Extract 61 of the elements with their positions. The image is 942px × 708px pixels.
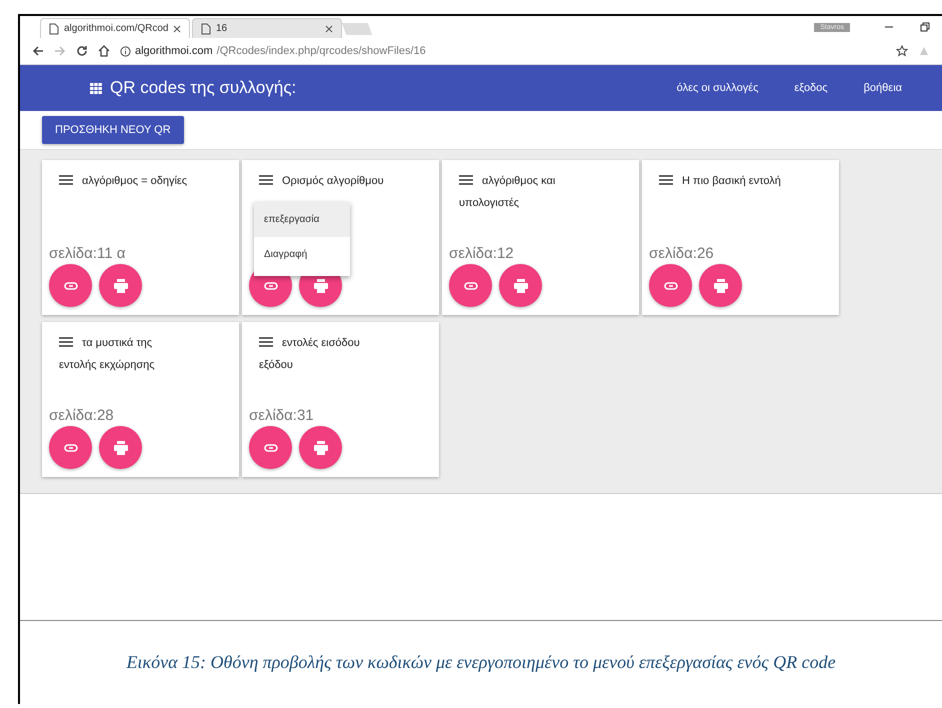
info-icon xyxy=(120,46,131,56)
link-button[interactable] xyxy=(49,426,92,469)
page-number: σελίδα:26 xyxy=(649,245,715,262)
print-button[interactable] xyxy=(99,426,142,469)
printer-icon xyxy=(514,278,528,292)
link-button[interactable] xyxy=(49,264,92,307)
card-title: αλγόριθμος και υπολογιστές xyxy=(458,174,556,211)
figure-caption: Εικόνα 15: Οθόνη προβολής των κωδικών με ενεργοποιημένο το μενού επεξεργασίας ενός QR code xyxy=(125,651,837,674)
add-qr-button[interactable]: ΠΡΟΣΘΗΚΗ ΝΕΟΥ QR xyxy=(42,116,184,144)
menu-icon[interactable] xyxy=(59,337,73,347)
page-icon xyxy=(201,22,211,34)
card-title: αλγόριθμος = οδηγίες xyxy=(49,170,232,192)
print-button[interactable] xyxy=(699,264,742,307)
printer-icon xyxy=(714,278,728,292)
menu-item[interactable]: επεξεργασία xyxy=(254,202,350,237)
page-number: σελίδα:12 xyxy=(449,245,515,262)
print-button[interactable] xyxy=(99,264,142,307)
link-icon xyxy=(64,282,78,290)
browser-tab[interactable]: 16 xyxy=(192,18,342,38)
link-icon xyxy=(264,444,278,452)
close-icon[interactable] xyxy=(325,24,333,32)
menu-icon[interactable] xyxy=(259,175,273,185)
page-number: σελίδα:31 xyxy=(249,407,315,424)
link-icon xyxy=(64,444,78,452)
menu-icon[interactable] xyxy=(459,175,473,185)
nav-link[interactable]: εξοδος xyxy=(794,82,828,94)
nav-link[interactable]: όλες οι συλλογές xyxy=(676,82,758,94)
link-icon xyxy=(264,282,278,290)
page-number: σελίδα:28 xyxy=(49,407,115,424)
browser-tab[interactable]: algorithmoi.com/QRcod xyxy=(40,18,190,38)
menu-icon[interactable] xyxy=(59,175,73,185)
card-title: Ορισμός αλγορίθμου xyxy=(249,170,432,192)
menu-icon[interactable] xyxy=(259,337,273,347)
printer-icon xyxy=(314,278,328,292)
address-field[interactable]: algorithmoi.com /QRcodes/index.php/qrcodes/showFiles/16 xyxy=(120,45,886,57)
print-button[interactable] xyxy=(299,426,342,469)
card-title: Η πιο βασική εντολή xyxy=(649,170,832,192)
printer-icon xyxy=(114,278,128,292)
link-icon xyxy=(464,282,478,290)
nav-link[interactable]: βοήθεια xyxy=(864,82,902,94)
printer-icon xyxy=(314,440,328,454)
page-number: σελίδα:11 α xyxy=(49,245,126,262)
link-button[interactable] xyxy=(649,264,692,307)
printer-icon xyxy=(114,440,128,454)
menu-item[interactable]: Διαγραφή xyxy=(254,237,350,272)
page-icon xyxy=(49,22,59,34)
home-icon[interactable] xyxy=(98,45,110,57)
link-button[interactable] xyxy=(449,264,492,307)
star-icon[interactable] xyxy=(896,45,908,57)
close-icon[interactable] xyxy=(173,24,181,32)
grid-icon xyxy=(90,82,102,94)
card-title: τα μυστικά της εντολής εκχώρησης xyxy=(58,336,156,373)
app-title: QR codes της συλλογής: xyxy=(110,78,296,98)
link-button[interactable] xyxy=(249,426,292,469)
restore-icon[interactable] xyxy=(920,22,930,32)
reload-icon[interactable] xyxy=(76,45,88,57)
link-icon xyxy=(664,282,678,290)
card-title: εντολές εισόδου εξόδου xyxy=(258,336,361,373)
menu-icon[interactable] xyxy=(659,175,673,185)
print-button[interactable] xyxy=(499,264,542,307)
back-icon[interactable] xyxy=(32,45,44,57)
